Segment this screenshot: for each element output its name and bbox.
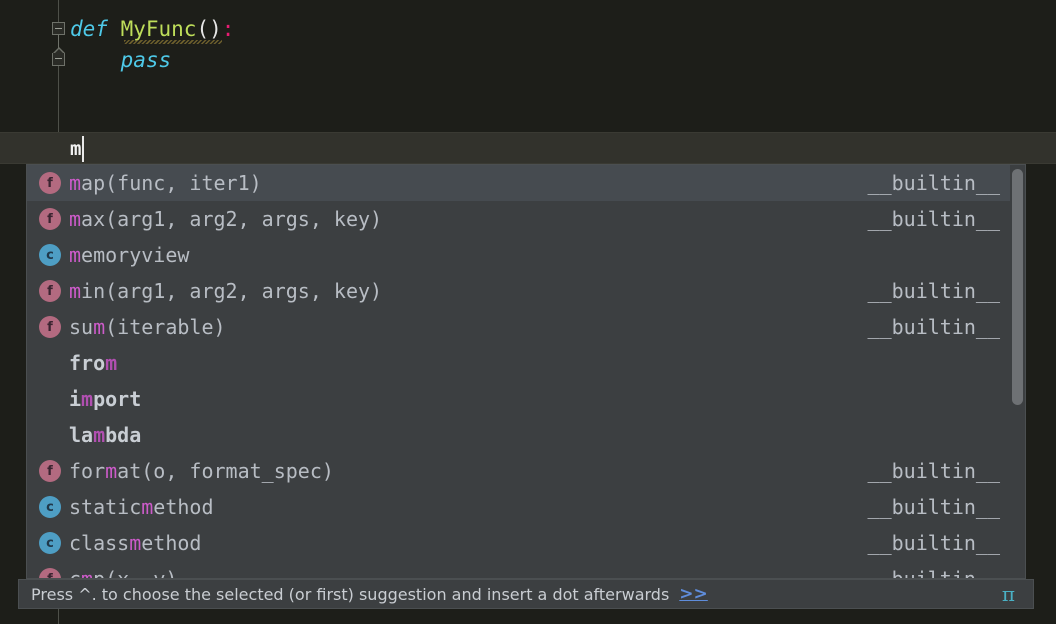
fold-minus-glyph bbox=[55, 28, 62, 29]
keyword-icon-placeholder bbox=[39, 388, 61, 410]
function-icon: f bbox=[39, 172, 61, 194]
completion-item-module: __builtin__ bbox=[868, 531, 1012, 555]
keyword-icon-placeholder bbox=[39, 352, 61, 374]
function-icon: f bbox=[39, 316, 61, 338]
completion-item-label: lambda bbox=[69, 423, 1000, 447]
completion-item[interactable]: c staticmethod__builtin__ bbox=[27, 489, 1012, 525]
completion-item-label: cmp(x, y) bbox=[69, 567, 868, 579]
warning-squiggle bbox=[124, 40, 222, 44]
completion-item-label: import bbox=[69, 387, 1000, 411]
function-icon: f bbox=[39, 568, 61, 579]
completion-item[interactable]: f min(arg1, arg2, args, key)__builtin__ bbox=[27, 273, 1012, 309]
function-icon: f bbox=[39, 280, 61, 302]
completion-item-label: max(arg1, arg2, args, key) bbox=[69, 207, 868, 231]
ide-window: def MyFunc(): pass m fmap(func, iter1)__… bbox=[0, 0, 1056, 624]
class-icon: c bbox=[39, 496, 61, 518]
completion-item-label: memoryview bbox=[69, 243, 1000, 267]
python-pi-icon: π bbox=[1002, 582, 1021, 606]
typed-prefix-text: m bbox=[70, 138, 81, 160]
completion-item-module: __builtin__ bbox=[868, 567, 1012, 579]
function-icon: f bbox=[39, 460, 61, 482]
hint-message: Press ^. to choose the selected (or firs… bbox=[31, 585, 669, 604]
fold-minus-glyph-2 bbox=[55, 58, 62, 59]
code-token-function-name: MyFunc bbox=[121, 17, 197, 41]
current-line-highlight bbox=[0, 132, 1056, 164]
completion-item-module: __builtin__ bbox=[868, 495, 1012, 519]
completion-item-label: staticmethod bbox=[69, 495, 868, 519]
completion-hint-bar: Press ^. to choose the selected (or firs… bbox=[18, 579, 1034, 609]
completion-item[interactable]: c memoryview bbox=[27, 237, 1012, 273]
class-icon: c bbox=[39, 244, 61, 266]
completion-item-label: map(func, iter1) bbox=[69, 171, 868, 195]
completion-item-module: __builtin__ bbox=[868, 459, 1012, 483]
completion-list[interactable]: fmap(func, iter1)__builtin__fmax(arg1, a… bbox=[27, 165, 1012, 579]
completion-item-label: min(arg1, arg2, args, key) bbox=[69, 279, 868, 303]
hint-more-link[interactable]: >> bbox=[679, 584, 708, 604]
completion-item[interactable]: f format(o, format_spec)__builtin__ bbox=[27, 453, 1012, 489]
completion-item-label: from bbox=[69, 351, 1000, 375]
completion-item[interactable]: f cmp(x, y)__builtin__ bbox=[27, 561, 1012, 579]
code-token-pass: pass bbox=[121, 48, 172, 72]
completion-item-label: format(o, format_spec) bbox=[69, 459, 868, 483]
completion-item[interactable]: import bbox=[27, 381, 1012, 417]
completion-scrollbar-track[interactable] bbox=[1010, 165, 1025, 579]
code-token-colon: : bbox=[222, 17, 235, 41]
completion-item[interactable]: lambda bbox=[27, 417, 1012, 453]
function-icon: f bbox=[39, 208, 61, 230]
completion-item[interactable]: f map(func, iter1)__builtin__ bbox=[27, 165, 1012, 201]
completion-item-module: __builtin__ bbox=[868, 171, 1012, 195]
keyword-icon-placeholder bbox=[39, 424, 61, 446]
code-content: def MyFunc(): pass bbox=[70, 14, 234, 76]
completion-item-module: __builtin__ bbox=[868, 315, 1012, 339]
completion-item-label: sum(iterable) bbox=[69, 315, 868, 339]
completion-item[interactable]: from bbox=[27, 345, 1012, 381]
completion-item-module: __builtin__ bbox=[868, 207, 1012, 231]
completion-item-label: classmethod bbox=[69, 531, 868, 555]
code-token-parens: () bbox=[196, 17, 221, 41]
completion-item[interactable]: f sum(iterable)__builtin__ bbox=[27, 309, 1012, 345]
completion-scrollbar-thumb[interactable] bbox=[1012, 169, 1023, 405]
code-completion-popup[interactable]: fmap(func, iter1)__builtin__fmax(arg1, a… bbox=[26, 164, 1026, 579]
code-token-def: def bbox=[70, 17, 108, 41]
text-caret bbox=[82, 136, 84, 162]
completion-item[interactable]: f max(arg1, arg2, args, key)__builtin__ bbox=[27, 201, 1012, 237]
completion-item-module: __builtin__ bbox=[868, 279, 1012, 303]
completion-item[interactable]: c classmethod__builtin__ bbox=[27, 525, 1012, 561]
class-icon: c bbox=[39, 532, 61, 554]
fold-end-icon[interactable] bbox=[52, 53, 65, 66]
